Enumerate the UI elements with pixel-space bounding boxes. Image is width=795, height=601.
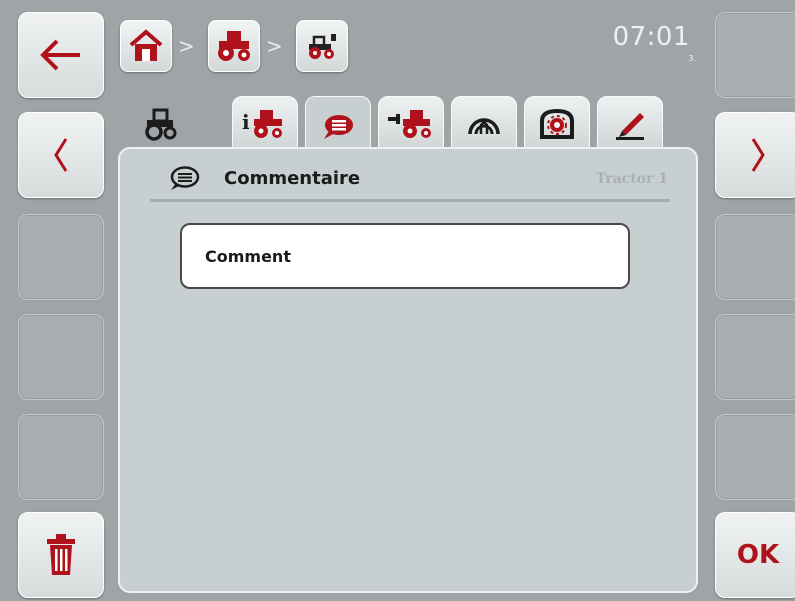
- next-button[interactable]: [715, 112, 795, 198]
- softkey-right-5[interactable]: [715, 414, 795, 500]
- back-arrow-icon: [19, 13, 103, 97]
- trash-icon: [19, 513, 103, 597]
- tab-engine-settings[interactable]: [524, 96, 590, 152]
- previous-chevron-icon: [19, 113, 103, 197]
- breadcrumb-separator: >: [266, 34, 283, 58]
- comment-field-value: Comment: [205, 247, 291, 266]
- tractor-icon: [145, 108, 177, 141]
- clock-subscript: 3.: [688, 54, 696, 63]
- ok-label: OK: [736, 540, 780, 570]
- ok-button[interactable]: OK: [715, 512, 795, 598]
- softkey-left-5[interactable]: [18, 414, 104, 500]
- softkey-left-3[interactable]: [18, 214, 104, 300]
- page-title: Commentaire: [224, 168, 361, 189]
- tractor-connector-icon: [388, 110, 431, 138]
- tab-edit[interactable]: [597, 96, 663, 152]
- tab-speed[interactable]: [451, 96, 517, 152]
- svg-text:i: i: [242, 110, 250, 134]
- clock-time: 07:01: [612, 22, 690, 52]
- home-icon: [129, 29, 163, 61]
- tractor-info-icon: i: [242, 110, 282, 138]
- softkey-right-1[interactable]: [715, 12, 795, 98]
- previous-button[interactable]: [18, 112, 104, 198]
- comment-field[interactable]: Comment: [180, 223, 630, 289]
- header-bar: > > 07:01 3.: [110, 8, 710, 84]
- tab-tractor-connector[interactable]: [378, 96, 444, 152]
- tractor-small-icon: [309, 34, 336, 59]
- breadcrumb-separator: >: [178, 34, 195, 58]
- edit-pen-icon: [616, 113, 644, 140]
- breadcrumb-home[interactable]: [120, 20, 172, 72]
- comment-panel: Commentaire Tractor 1 Comment: [118, 147, 698, 593]
- engine-settings-icon: [540, 108, 574, 139]
- delete-button[interactable]: [18, 512, 104, 598]
- softkey-right-4[interactable]: [715, 314, 795, 400]
- tractor-icon: [218, 31, 250, 61]
- speed-gauge-icon: [468, 118, 500, 135]
- tractor-name: Tractor 1: [595, 171, 668, 187]
- tab-tractor[interactable]: [128, 96, 194, 152]
- tab-tractor-info[interactable]: i: [232, 96, 298, 152]
- comment-icon: [324, 114, 353, 139]
- breadcrumb-tractor[interactable]: [208, 20, 260, 72]
- breadcrumb-tractor-detail[interactable]: [296, 20, 348, 72]
- back-button[interactable]: [18, 12, 104, 98]
- softkey-left-4[interactable]: [18, 314, 104, 400]
- comment-icon: [170, 166, 200, 190]
- title-divider: [150, 199, 670, 202]
- next-chevron-icon: [716, 113, 795, 197]
- softkey-right-3[interactable]: [715, 214, 795, 300]
